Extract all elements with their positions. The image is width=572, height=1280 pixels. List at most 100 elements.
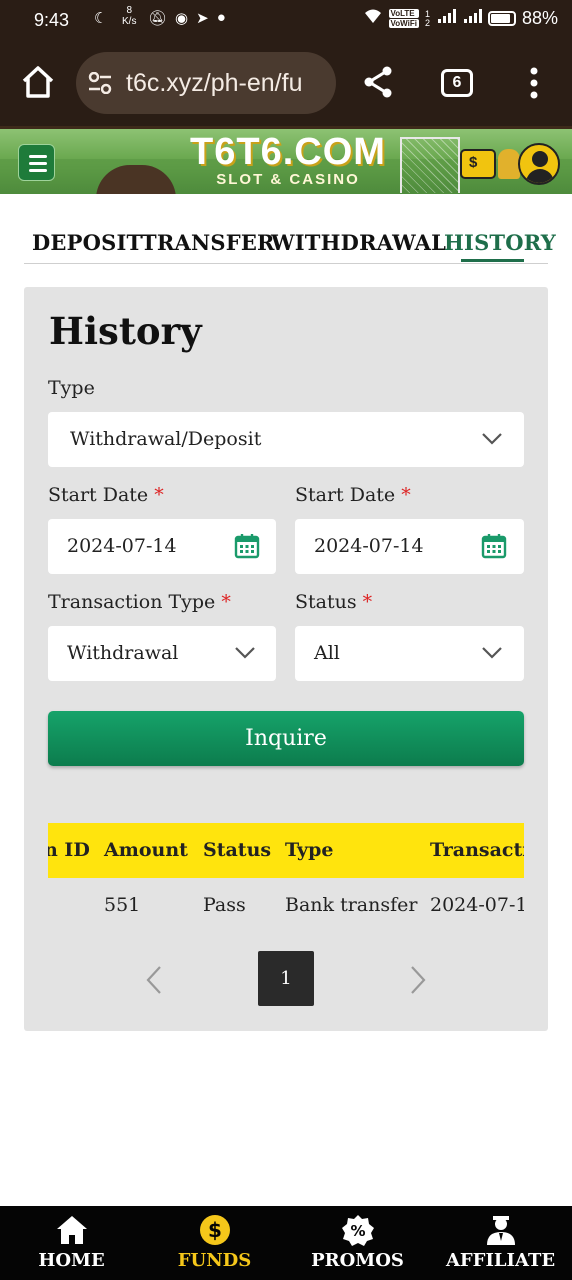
- status-right-icons: VoLTE VoWiFi 1 2 88%: [363, 8, 558, 29]
- nav-home-label: HOME: [38, 1250, 105, 1271]
- history-table: n ID Amount Status Type Transactio 551 P…: [48, 823, 524, 943]
- agent-icon: [487, 1216, 515, 1245]
- type-label: Type: [48, 377, 95, 399]
- svg-text:$: $: [208, 1218, 222, 1242]
- column-header-type: Type: [285, 839, 334, 861]
- status-select[interactable]: All: [295, 626, 524, 681]
- calendar-icon[interactable]: [481, 533, 507, 559]
- table-header: n ID Amount Status Type Transactio: [48, 823, 524, 878]
- start-date-label-text: Start Date: [48, 484, 149, 506]
- vowifi-badge: VoWiFi: [388, 19, 419, 28]
- required-mark: *: [362, 591, 373, 613]
- mute-bell-icon: 🔕︎: [148, 10, 168, 27]
- history-panel: History Type Withdrawal/Deposit Start Da…: [24, 287, 548, 1031]
- required-mark: *: [221, 591, 231, 613]
- wallet-symbol: $: [469, 154, 478, 171]
- moon-icon: ☾: [94, 10, 108, 27]
- net-speed: 8 K/s: [122, 5, 136, 27]
- transaction-type-select[interactable]: Withdrawal: [48, 626, 276, 681]
- status-select-value: All: [314, 642, 340, 664]
- football-boot-graphic: [96, 165, 176, 194]
- notification-icons: 🔕︎ ◉ ➤ ●: [148, 9, 226, 27]
- battery-icon: [487, 11, 516, 26]
- dollar-coin-icon: $: [200, 1215, 230, 1245]
- signal-icon-2: [462, 8, 482, 29]
- status-time: 9:43: [34, 10, 70, 30]
- net-speed-unit: K/s: [122, 16, 137, 27]
- status-label-text: Status: [295, 591, 357, 613]
- status-bar: 9:43 ☾ 8 K/s 🔕︎ ◉ ➤ ● VoLTE VoWiFi 1 2 8…: [0, 0, 572, 40]
- signal-icon-1: [436, 8, 456, 29]
- previous-page-icon[interactable]: [145, 965, 163, 995]
- active-tab-indicator: [461, 259, 524, 262]
- start-date-label: Start Date *: [48, 484, 164, 506]
- nav-home[interactable]: HOME: [0, 1206, 143, 1280]
- logo-main-text: T6T6.COM: [190, 131, 386, 173]
- volte-badge: VoLTE: [388, 9, 419, 18]
- required-mark: *: [401, 484, 411, 506]
- nav-funds-label: FUNDS: [177, 1250, 252, 1271]
- type-select-value: Withdrawal/Deposit: [70, 428, 262, 450]
- battery-percent: 88%: [521, 8, 558, 28]
- sim2-label: 2: [424, 17, 430, 28]
- nav-promos[interactable]: % PROMOS: [286, 1206, 429, 1280]
- chevron-down-icon: [235, 647, 255, 659]
- type-select[interactable]: Withdrawal/Deposit: [48, 412, 524, 467]
- url-bar[interactable]: t6c.xyz/ph-en/fu: [76, 52, 336, 114]
- end-date-value: 2024-07-14: [314, 535, 424, 557]
- status-label: Status *: [295, 591, 372, 613]
- chevron-down-icon: [482, 647, 502, 659]
- nav-affiliate[interactable]: AFFILIATE: [429, 1206, 572, 1280]
- url-text: t6c.xyz/ph-en/fu: [126, 69, 303, 97]
- next-page-icon[interactable]: [409, 965, 427, 995]
- goal-net-graphic: [400, 137, 460, 193]
- column-header-transaction-id: n ID: [48, 839, 90, 861]
- funds-tabs: DEPOSIT TRANSFER WITHDRAWAL HISTORY: [24, 228, 556, 264]
- chat-icon: ●: [216, 9, 226, 26]
- start-date-input[interactable]: 2024-07-14: [48, 519, 276, 574]
- tab-withdrawal[interactable]: WITHDRAWAL: [271, 228, 446, 258]
- tab-transfer[interactable]: TRANSFER: [141, 228, 275, 258]
- end-date-label: Start Date *: [295, 484, 411, 506]
- status-left-icons: ☾: [94, 9, 107, 27]
- percent-badge-icon: %: [342, 1215, 374, 1246]
- sim-numbers: 1 2: [424, 9, 430, 28]
- cell-amount: 551: [104, 894, 141, 916]
- site-logo[interactable]: T6T6.COM SLOT & CASINO: [178, 131, 398, 187]
- nav-funds[interactable]: $ FUNDS: [143, 1206, 286, 1280]
- site-header: T6T6.COM SLOT & CASINO $: [0, 126, 572, 194]
- tab-history[interactable]: HISTORY: [444, 228, 556, 258]
- browser-home-icon[interactable]: [20, 64, 56, 100]
- net-speed-value: 8: [126, 5, 132, 16]
- svg-text:%: %: [350, 1222, 365, 1240]
- more-options-icon[interactable]: [522, 66, 546, 100]
- trophy-icon: [498, 149, 520, 179]
- transaction-type-label: Transaction Type *: [48, 591, 231, 613]
- messenger-icon: ◉: [175, 10, 189, 27]
- page-title: History: [49, 309, 202, 353]
- required-mark: *: [154, 484, 164, 506]
- inquire-button[interactable]: Inquire: [48, 711, 524, 766]
- share-icon[interactable]: [360, 64, 396, 100]
- calendar-icon[interactable]: [234, 533, 260, 559]
- cell-status: Pass: [203, 894, 246, 916]
- end-date-input[interactable]: 2024-07-14: [295, 519, 524, 574]
- home-icon: [57, 1216, 87, 1244]
- hamburger-menu-icon[interactable]: [18, 144, 55, 181]
- volte-badges: VoLTE VoWiFi: [388, 9, 419, 28]
- transaction-type-label-text: Transaction Type: [48, 591, 216, 613]
- nav-affiliate-label: AFFILIATE: [445, 1250, 556, 1271]
- user-avatar-icon[interactable]: [518, 143, 560, 185]
- transaction-type-value: Withdrawal: [67, 642, 179, 664]
- bottom-navigation: HOME $ FUNDS % PROMOS AFFILIATE: [0, 1206, 572, 1280]
- tab-switcher-button[interactable]: 6: [441, 69, 473, 97]
- site-settings-icon[interactable]: [88, 72, 112, 94]
- column-header-transaction-time: Transactio: [430, 839, 524, 861]
- page-number-button[interactable]: 1: [258, 951, 314, 1006]
- cell-type: Bank transfer: [285, 894, 418, 916]
- telegram-icon: ➤: [196, 10, 209, 27]
- tab-deposit[interactable]: DEPOSIT: [32, 228, 142, 258]
- browser-toolbar: t6c.xyz/ph-en/fu 6: [0, 40, 572, 126]
- end-date-label-text: Start Date: [295, 484, 396, 506]
- wallet-icon[interactable]: $: [460, 149, 496, 179]
